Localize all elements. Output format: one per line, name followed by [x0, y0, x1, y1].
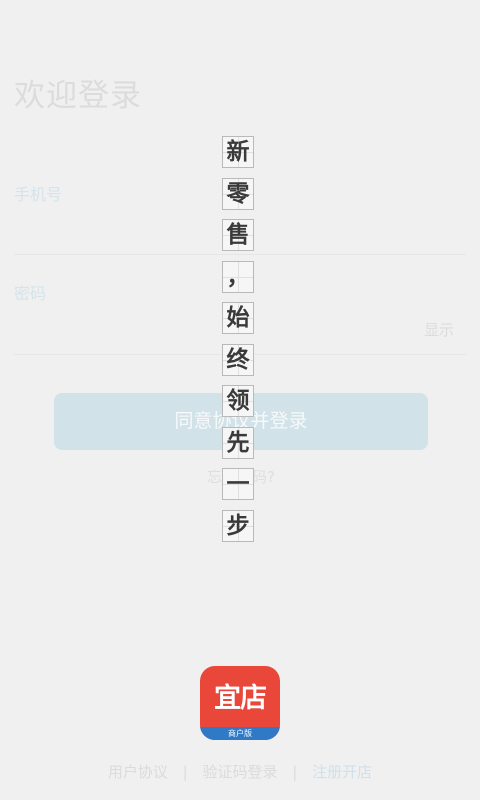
- register-store-link[interactable]: 注册开店: [312, 761, 372, 782]
- slogan-char: 新: [222, 136, 254, 168]
- slogan-char: 始: [222, 302, 254, 334]
- footer-separator: |: [182, 763, 188, 781]
- show-password-toggle[interactable]: 显示: [424, 319, 454, 340]
- footer-separator: |: [292, 763, 298, 781]
- slogan-char: 零: [222, 177, 254, 210]
- app-logo-icon: 宜店 商户版: [200, 666, 280, 740]
- slogan-char: ，: [222, 260, 254, 293]
- slogan-overlay: 新 零 售 ， 始 终 领 先 一 步: [222, 136, 256, 551]
- app-logo-name: 宜店: [214, 683, 267, 714]
- page-title: 欢迎登录: [14, 78, 142, 114]
- app-logo-edition: 商户版: [200, 727, 280, 740]
- user-agreement-link[interactable]: 用户协议: [108, 761, 168, 782]
- sms-login-link[interactable]: 验证码登录: [202, 761, 277, 782]
- slogan-char: 终: [222, 343, 254, 376]
- slogan-char: 领: [222, 385, 254, 417]
- slogan-char: 先: [222, 426, 254, 459]
- slogan-char: 步: [222, 509, 254, 542]
- slogan-char: 一: [222, 468, 254, 500]
- phone-field-label[interactable]: 手机号: [14, 181, 62, 205]
- slogan-char: 售: [222, 219, 254, 251]
- password-field-label[interactable]: 密码: [14, 280, 46, 304]
- footer-links: 用户协议 | 验证码登录 | 注册开店: [0, 761, 480, 782]
